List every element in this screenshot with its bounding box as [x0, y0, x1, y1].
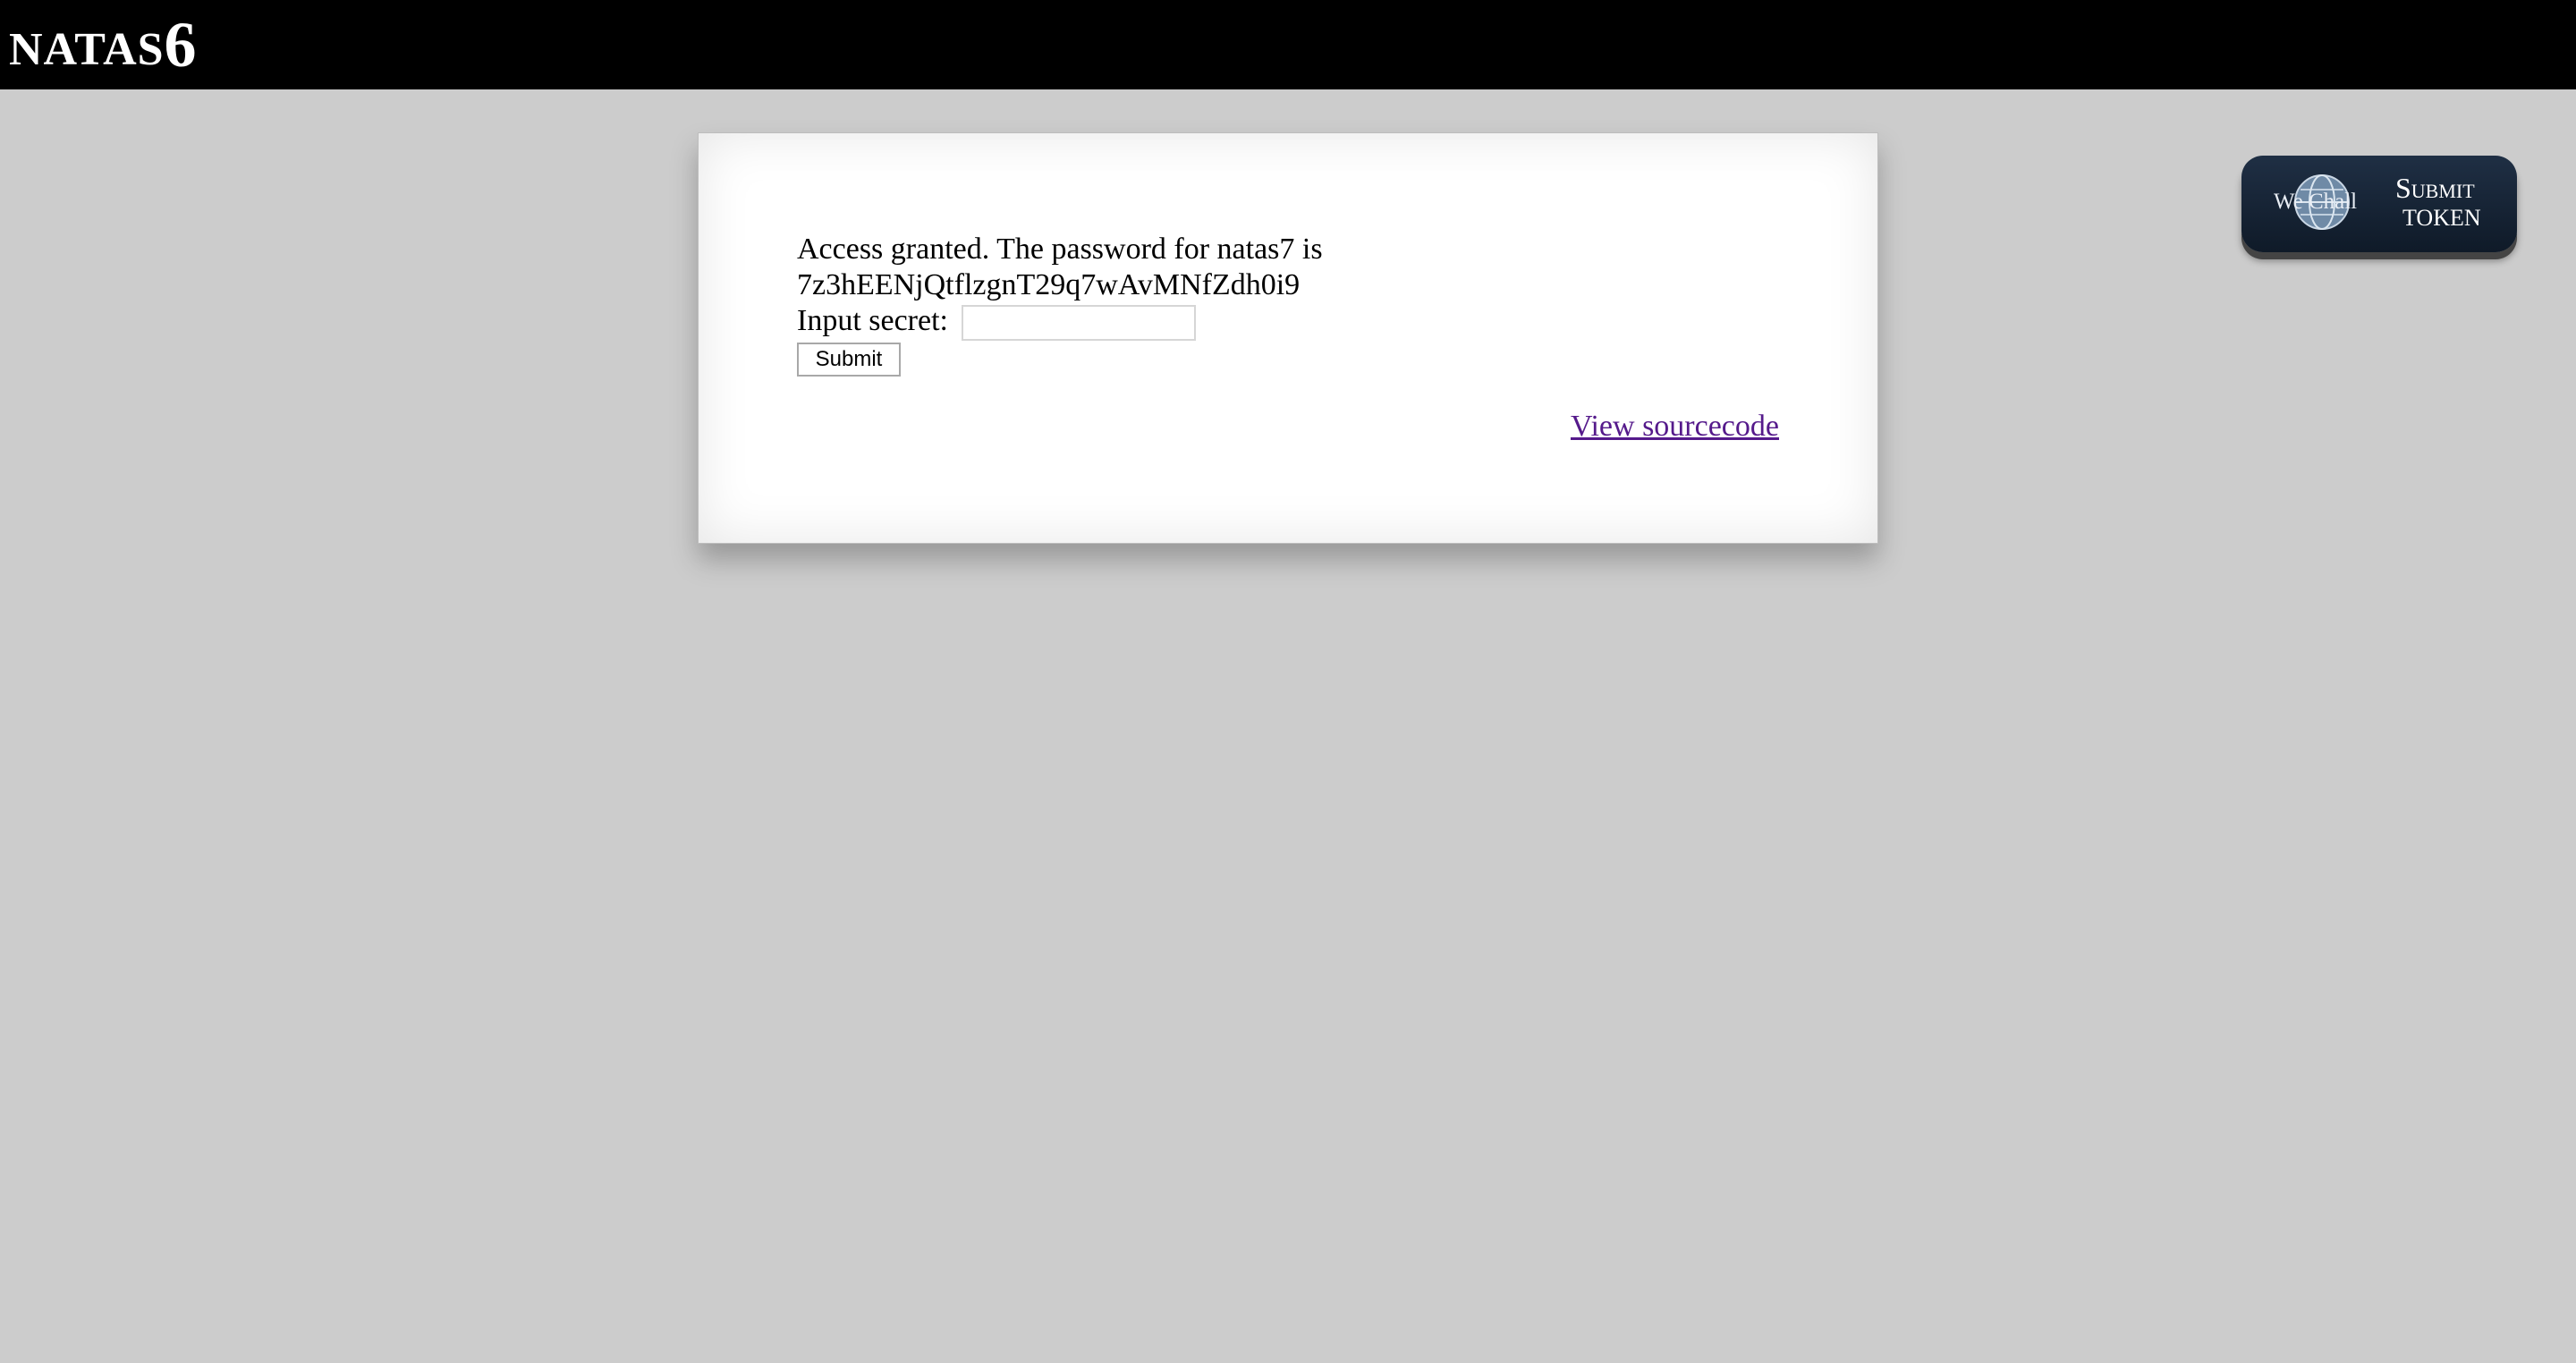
secret-input[interactable]: [962, 305, 1196, 341]
wechall-submit-token-button[interactable]: We Chall Submit TOKEN: [2241, 156, 2517, 252]
submit-button[interactable]: Submit: [797, 343, 901, 377]
title-number: 6: [164, 9, 198, 80]
input-secret-label: Input secret:: [797, 304, 948, 337]
submit-token-line-1: Submit: [2395, 172, 2475, 204]
title-prefix: NATAS: [9, 24, 165, 75]
access-message-line-1: Access granted. The password for natas7 …: [797, 233, 1323, 266]
password-text: 7z3hEENjQtflzgnT29q7wAvMNfZdh0i9: [797, 268, 1301, 301]
wechall-brand-text: We Chall: [2274, 190, 2358, 214]
access-message: Access granted. The password for natas7 …: [797, 232, 1423, 303]
page-header: NATAS6: [0, 0, 2576, 89]
content-panel: Access granted. The password for natas7 …: [698, 132, 1878, 544]
view-sourcecode-link[interactable]: View sourcecode: [1571, 409, 1779, 444]
submit-token-line-2: TOKEN: [2402, 205, 2481, 231]
page-title: NATAS6: [9, 13, 198, 77]
